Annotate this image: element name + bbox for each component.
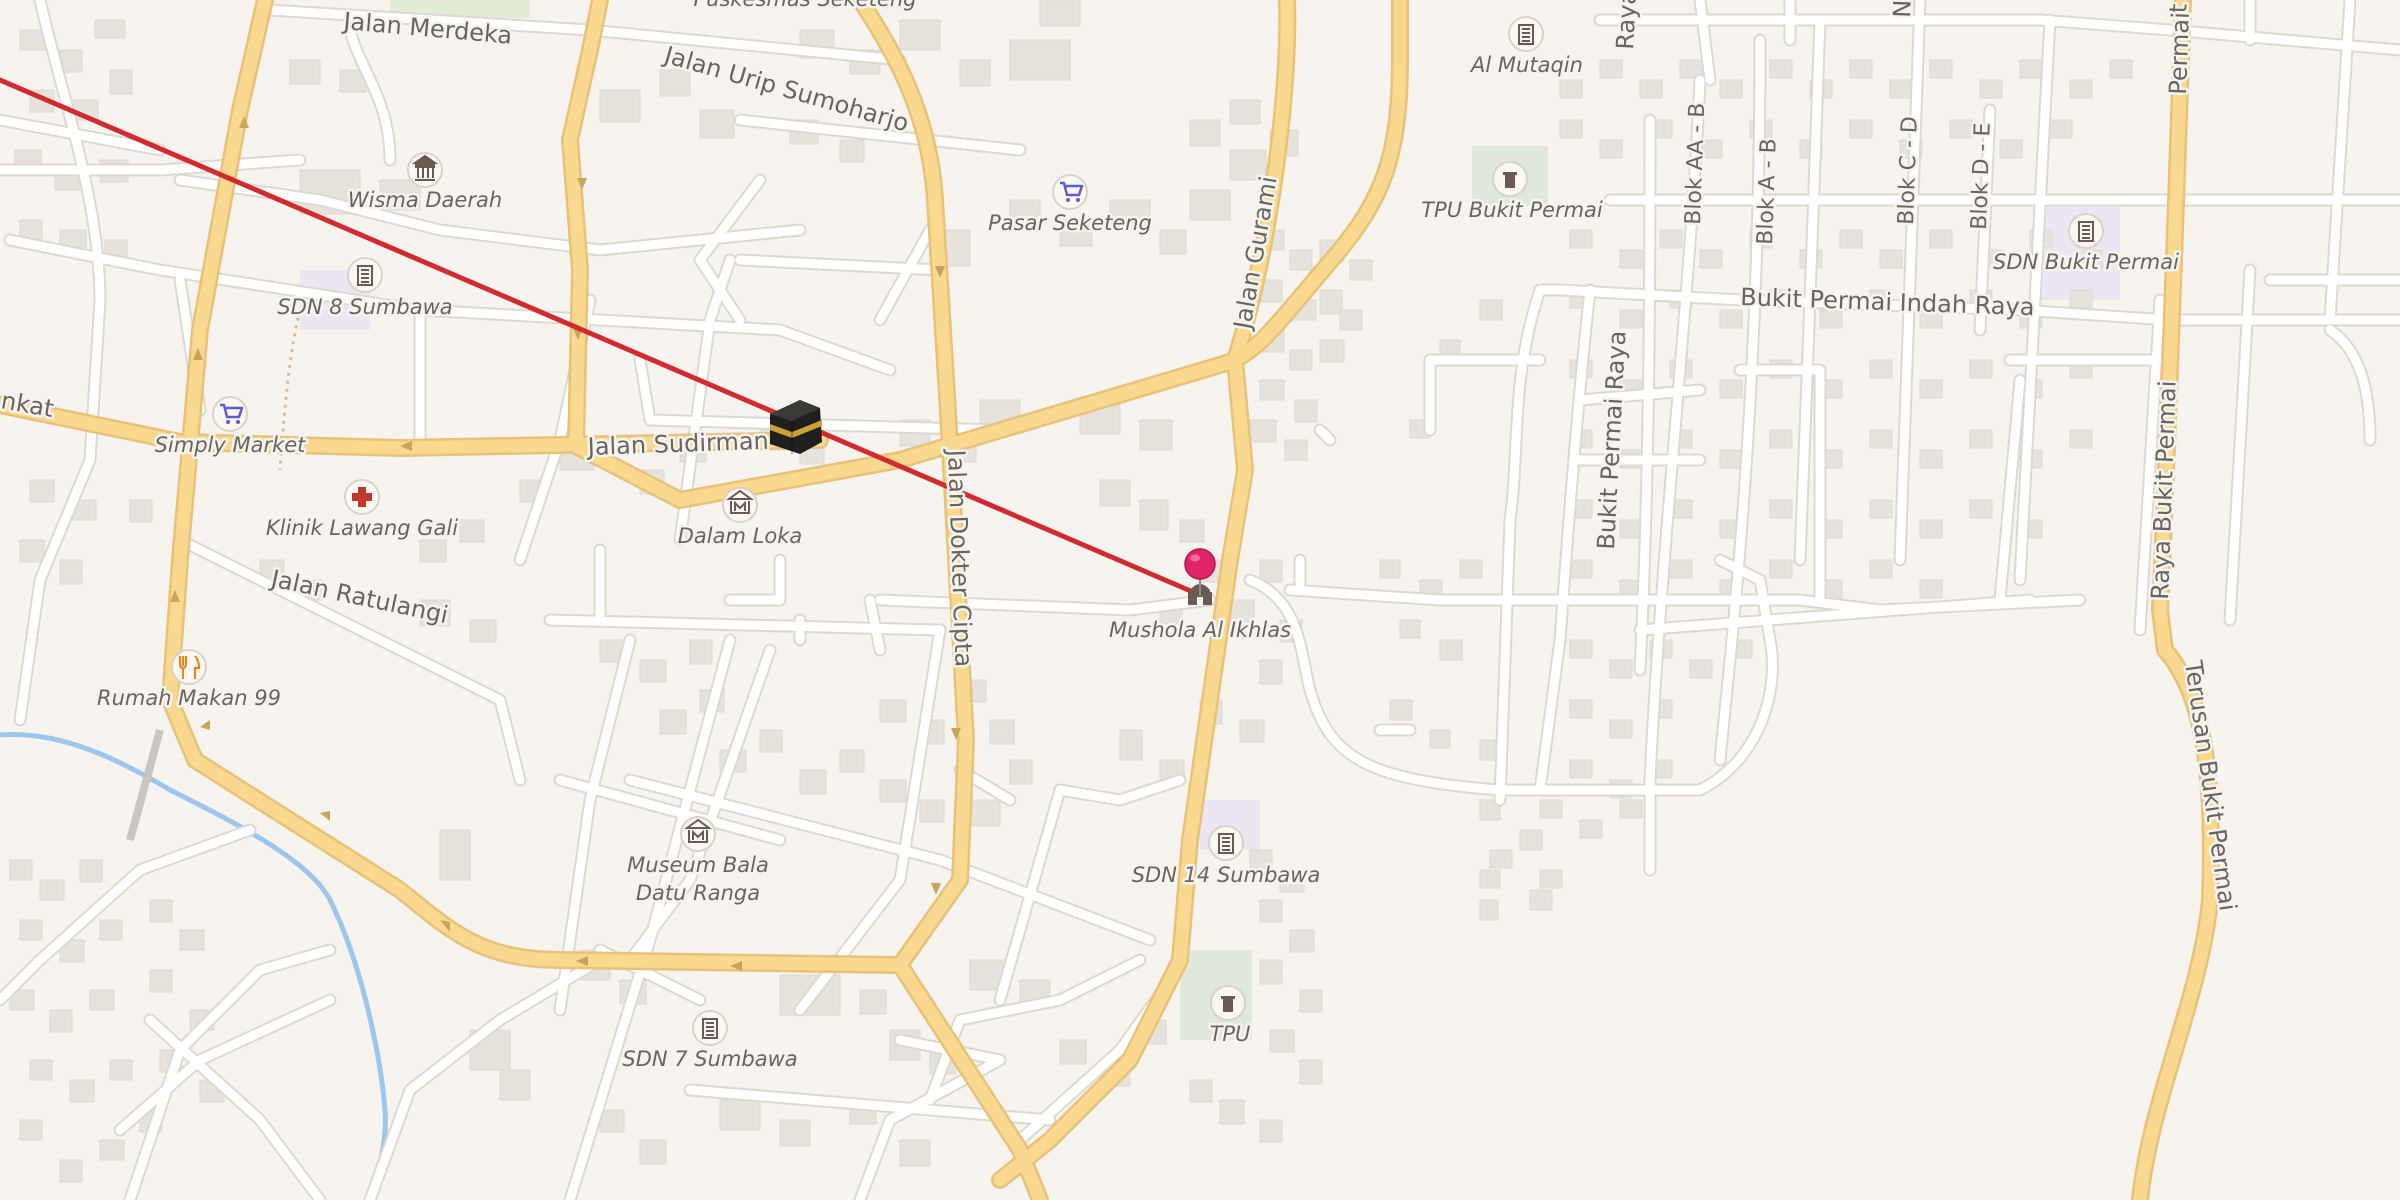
poi-label-pasar: Pasar Seketeng	[988, 211, 1152, 235]
poi-label-puskesmas: Puskesmas Seketeng	[693, 0, 916, 11]
poi-label-simply-market: Simply Market	[155, 433, 307, 457]
poi-label-al-mutaqin: Al Mutaqin	[1469, 53, 1583, 77]
poi-label-sdn8: SDN 8 Sumbawa	[277, 295, 452, 319]
poi-label-dalam-loka: Dalam Loka	[678, 524, 802, 548]
poi-label-mushola: Mushola Al Ikhlas	[1109, 618, 1291, 642]
poi-label-rumah-makan: Rumah Makan 99	[97, 686, 281, 710]
poi-label-tpu-bukit-permai: TPU Bukit Permai	[1421, 198, 1603, 222]
road-label-blok-c-d: Blok C - D	[1894, 116, 1923, 225]
road-label-partial-top: Raya	[1611, 0, 1642, 50]
shopping-cart-icon	[212, 396, 248, 432]
poi-label-tpu: TPU	[1210, 1022, 1251, 1046]
road-label-blok-aa-b: Blok AA - B	[1681, 102, 1710, 225]
poi-label-wisma-daerah: Wisma Daerah	[348, 188, 502, 212]
road-label-permai-top: Permai	[2164, 12, 2195, 96]
museum-icon	[680, 816, 716, 852]
poi-label-sdn7: SDN 7 Sumbawa	[622, 1047, 797, 1071]
museum-icon	[722, 487, 758, 523]
road-label-blok-a-b: Blok A - B	[1753, 138, 1782, 245]
shopping-cart-icon	[1052, 174, 1088, 210]
map-canvas[interactable]: Jalan Merdeka Jalan Urip Sumoharjo Jalan…	[0, 0, 2400, 1200]
poi-label-sdn-bukit-permai: SDN Bukit Permai	[1993, 250, 2179, 274]
poi-label-museum-line2: Datu Ranga	[636, 881, 760, 905]
poi-label-museum-line1: Museum Bala	[627, 853, 769, 877]
fork-knife-icon	[171, 649, 207, 685]
road-label-blok-d-e: Blok D - E	[1967, 122, 1996, 230]
poi-label-klinik: Klinik Lawang Gali	[266, 516, 458, 540]
poi-label-sdn14: SDN 14 Sumbawa	[1132, 863, 1321, 887]
road-label-partial-n: N	[1888, 0, 1917, 18]
